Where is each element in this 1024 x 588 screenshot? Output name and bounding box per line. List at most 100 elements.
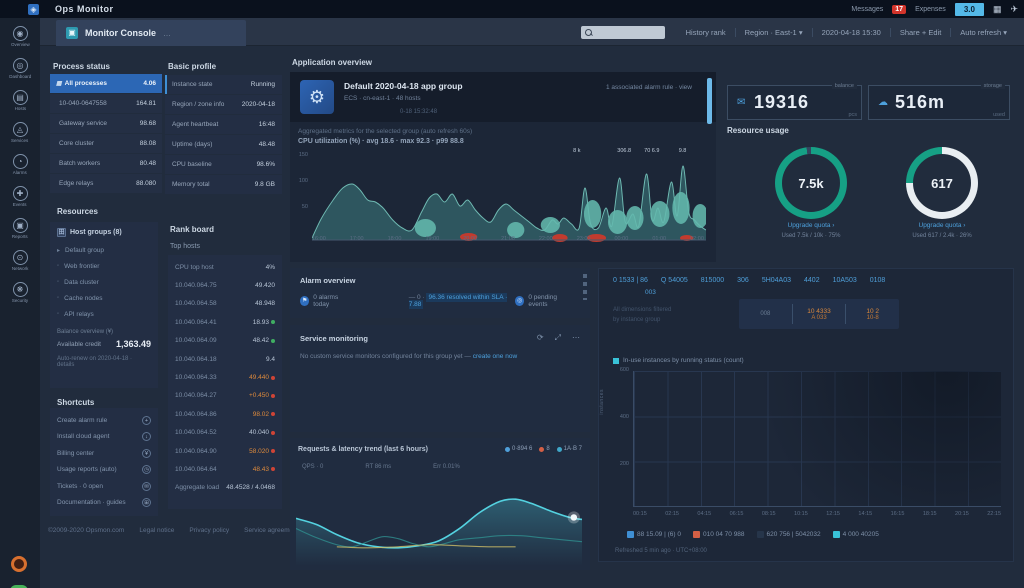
quota-donut-2[interactable]: 617	[906, 147, 978, 219]
rank-row[interactable]: 10.040.064.27 +0.450	[175, 387, 275, 405]
process-row[interactable]: 10-040-0647558 164.81	[50, 94, 162, 113]
footer-link[interactable]: ©2009-2020 Opsmon.com	[48, 527, 124, 534]
topbar-expenses-link[interactable]: Expenses	[915, 6, 946, 13]
trend-legend-item[interactable]: 0·894 6	[505, 446, 532, 452]
topbar-messages-link[interactable]: Messages	[851, 6, 883, 13]
footer-link[interactable]: Privacy policy	[189, 527, 229, 534]
sidebar-item[interactable]: ⊙ Network	[0, 250, 40, 281]
shortcut-row[interactable]: Usage reports (auto) ◷	[57, 462, 151, 479]
stat-box-storage[interactable]: storage ☁ 516m used	[868, 85, 1010, 120]
app-logo-icon[interactable]: ◈	[28, 4, 39, 15]
tab-overflow-icon[interactable]: …	[163, 29, 171, 38]
upgrade-quota-link-2[interactable]: Upgrade quota ›	[872, 222, 1012, 229]
shortcut-row[interactable]: Install cloud agent ↓	[57, 429, 151, 446]
main-chart[interactable]: 15010050 8 k306.870 6.99.8 16:0017:0018:…	[296, 150, 708, 256]
create-monitor-link[interactable]: create one now	[473, 353, 517, 360]
rank-row[interactable]: 10.040.064.41 18.93	[175, 313, 275, 331]
metric-tab-sub[interactable]: 003	[645, 289, 656, 296]
more-icon[interactable]: ⋯	[572, 333, 580, 343]
process-row[interactable]: Core cluster 88.08	[50, 134, 162, 153]
alarm-pending[interactable]: ◎0 pending events	[515, 294, 574, 308]
rank-row[interactable]: 10.040.064.64 48.43	[175, 460, 275, 478]
metric-tab[interactable]: 0 1533 | 86	[613, 277, 648, 284]
console-tab[interactable]: ▣ Monitor Console …	[56, 20, 246, 46]
metric-tab[interactable]: 306	[737, 277, 749, 284]
send-icon[interactable]: ✈	[1010, 4, 1018, 15]
legend-chip[interactable]: 010 04 70 988	[693, 531, 745, 538]
rank-row[interactable]: CPU top host 4%	[175, 258, 275, 276]
resource-group-item[interactable]: ◦ API relays	[57, 306, 151, 322]
rank-row[interactable]: 10.040.064.75 49.420	[175, 276, 275, 294]
group-gear-icon[interactable]: ⚙	[300, 80, 334, 114]
toolbar-control[interactable]: History rank	[677, 28, 735, 37]
sidebar-item[interactable]: ◔ Alarms	[0, 154, 40, 185]
rank-row[interactable]: 10.040.064.09 48.42	[175, 332, 275, 350]
trend-legend-item[interactable]: 1A·B 7	[557, 446, 582, 452]
toolbar-control[interactable]: Region · East-1 ▾	[735, 28, 812, 37]
alert-ring-icon[interactable]	[11, 556, 27, 572]
upgrade-quota-link-1[interactable]: Upgrade quota ›	[741, 222, 881, 229]
sidebar-item[interactable]: ❋ Security	[0, 282, 40, 313]
shortcut-row[interactable]: Create alarm rule +	[57, 412, 151, 429]
metric-tab[interactable]: 10A503	[833, 277, 857, 284]
resource-group-item[interactable]: ◦ Cache nodes	[57, 290, 151, 306]
trend-chart-svg[interactable]	[296, 480, 582, 566]
expand-icon[interactable]: ⤢	[555, 333, 561, 343]
grid-apps-icon[interactable]: ▦	[993, 4, 1002, 15]
metric-tab[interactable]: 815000	[701, 277, 724, 284]
toolbar-control[interactable]: Auto refresh ▾	[950, 28, 1016, 37]
notification-badge[interactable]: 17	[892, 5, 906, 14]
legend-chip[interactable]: 620 756 | 5042032	[757, 531, 821, 538]
resource-group-item[interactable]: ▸ Default group	[57, 242, 151, 258]
shortcut-row[interactable]: Billing center ¥	[57, 445, 151, 462]
shortcut-row[interactable]: Documentation · guides ⊞	[57, 495, 151, 512]
resources-head[interactable]: 田 Host groups (8)	[57, 228, 151, 237]
metric-tab[interactable]: 5H04A03	[762, 277, 791, 284]
rank-row[interactable]: 10.040.064.90 58.020	[175, 442, 275, 460]
process-row[interactable]: Gateway service 98.68	[50, 114, 162, 133]
rank-row[interactable]: 10.040.064.33 49.440	[175, 368, 275, 386]
resource-group-item[interactable]: ◦ Web frontier	[57, 258, 151, 274]
footer-link[interactable]: Legal notice	[139, 527, 174, 534]
quota-donut-1[interactable]: 7.5k	[775, 147, 847, 219]
metric-tab[interactable]: 4402	[804, 277, 820, 284]
rank-row[interactable]: 10.040.064.86 98.02	[175, 405, 275, 423]
process-row[interactable]: Batch workers 80.48	[50, 154, 162, 173]
rank-row[interactable]: 10.040.064.52 40.040	[175, 424, 275, 442]
version-button[interactable]: 3.0	[955, 3, 984, 16]
toolbar-control[interactable]: Share + Edit	[890, 28, 950, 37]
legend-chip[interactable]: 4 000 40205	[833, 531, 879, 538]
metric-tab[interactable]: 0108	[870, 277, 886, 284]
rank-row[interactable]: 10.040.064.58 48.948	[175, 295, 275, 313]
resource-group-item[interactable]: ◦ Data cluster	[57, 274, 151, 290]
usage-grid-chart[interactable]	[633, 371, 1001, 507]
refresh-icon[interactable]: ⟳	[537, 333, 544, 343]
search-input[interactable]	[592, 29, 656, 36]
y-tick: 400	[607, 414, 629, 420]
process-row[interactable]: ▦All processes 4.06	[50, 74, 162, 93]
x-tick: 08:15	[762, 511, 776, 517]
shortcut-row[interactable]: Tickets · 0 open ✉	[57, 478, 151, 495]
metric-tab[interactable]: Q 54005	[661, 277, 688, 284]
sidebar-item[interactable]: ◎ Dashboard	[0, 58, 40, 89]
stat-box-balance[interactable]: balance ✉ 19316 pcs	[727, 85, 862, 120]
grid-chart-legend[interactable]: In-use instances by running status (coun…	[613, 357, 744, 364]
sidebar-item[interactable]: ✚ Events	[0, 186, 40, 217]
sidebar-item[interactable]: ▣ Reports	[0, 218, 40, 249]
sidebar-item[interactable]: ▤ Hosts	[0, 90, 40, 121]
legend-chip[interactable]: 88 15.09 | (6) 0	[627, 531, 681, 538]
panel-scroll-dots[interactable]	[583, 274, 587, 300]
carousel-scrollbar[interactable]	[707, 78, 712, 124]
group-title[interactable]: Default 2020-04-18 app group	[344, 81, 463, 91]
balance-note[interactable]: Auto-renew on 2020-04-18 · details	[57, 356, 151, 368]
rank-row[interactable]: 10.040.064.18 9.4	[175, 350, 275, 368]
sidebar-item[interactable]: ◉ Overview	[0, 26, 40, 57]
alarm-rule-note[interactable]: 1 associated alarm rule · view	[606, 84, 692, 91]
search-box[interactable]	[581, 26, 665, 39]
toolbar-control[interactable]: 2020-04-18 15:30	[812, 28, 890, 37]
sidebar-item[interactable]: ◬ Services	[0, 122, 40, 153]
alarm-count[interactable]: 0 alarms today	[313, 294, 352, 308]
rank-row[interactable]: Aggregate load 48.4528 / 4.0468	[175, 479, 275, 497]
process-row[interactable]: Edge relays 88.080	[50, 174, 162, 193]
trend-legend-item[interactable]: 8	[539, 446, 549, 452]
